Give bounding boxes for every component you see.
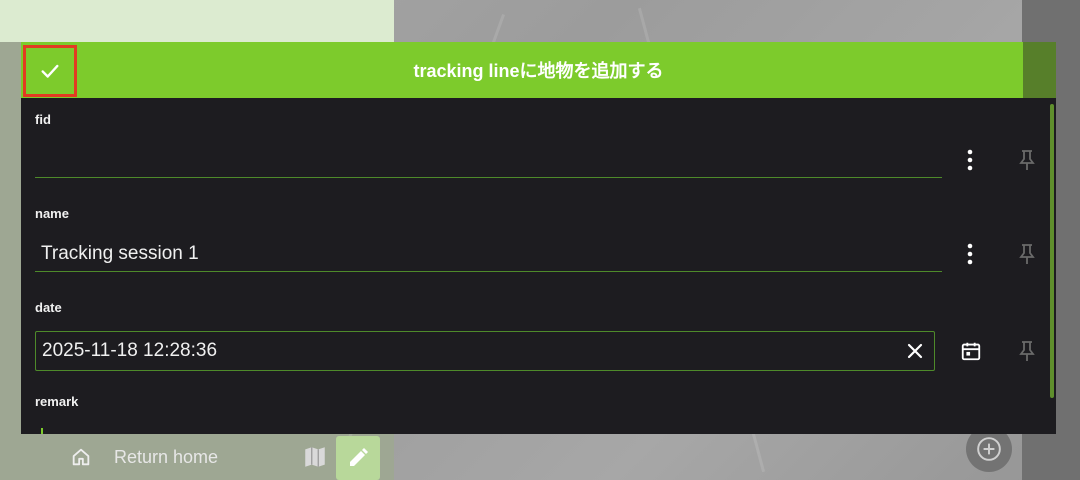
- edit-button[interactable]: [336, 436, 380, 480]
- more-vert-icon[interactable]: [956, 142, 984, 178]
- date-value: 2025-11-18 12:28:36: [42, 340, 218, 361]
- pencil-icon: [350, 448, 368, 466]
- field-remark: remark: [35, 394, 1035, 409]
- field-name: name Tracking session 1: [35, 206, 1035, 272]
- return-home-label[interactable]: Return home: [114, 447, 218, 468]
- field-date: date 2025-11-18 12:28:36: [35, 300, 1035, 371]
- field-label: name: [35, 206, 69, 221]
- header-edge: [1023, 42, 1056, 98]
- remark-input[interactable]: [41, 428, 43, 434]
- name-input[interactable]: Tracking session 1: [35, 236, 942, 272]
- form-body: fid name Tracking session 1 date 2025-11…: [21, 98, 1056, 434]
- bottom-bar: Return home: [40, 434, 394, 480]
- pin-icon[interactable]: [1013, 236, 1041, 272]
- dialog-title: tracking lineに地物を追加する: [413, 61, 664, 81]
- confirm-button[interactable]: [23, 45, 77, 97]
- calendar-icon[interactable]: [957, 331, 985, 371]
- add-feature-dialog: tracking lineに地物を追加する fid name Tracking …: [21, 42, 1056, 434]
- field-label: remark: [35, 394, 79, 409]
- close-icon[interactable]: [904, 340, 926, 362]
- scrollbar[interactable]: [1050, 104, 1054, 398]
- side-panel-header: [0, 0, 394, 42]
- more-vert-icon[interactable]: [956, 236, 984, 272]
- pin-icon[interactable]: [1013, 333, 1041, 369]
- field-fid: fid: [35, 112, 1035, 178]
- field-label: fid: [35, 112, 51, 127]
- check-icon: [41, 64, 59, 78]
- pin-icon[interactable]: [1013, 142, 1041, 178]
- date-input[interactable]: 2025-11-18 12:28:36: [35, 331, 935, 371]
- map-icon[interactable]: [300, 442, 330, 472]
- dialog-header: tracking lineに地物を追加する: [21, 42, 1056, 98]
- fid-input[interactable]: [35, 142, 942, 178]
- home-icon[interactable]: [68, 444, 94, 470]
- field-label: date: [35, 300, 62, 315]
